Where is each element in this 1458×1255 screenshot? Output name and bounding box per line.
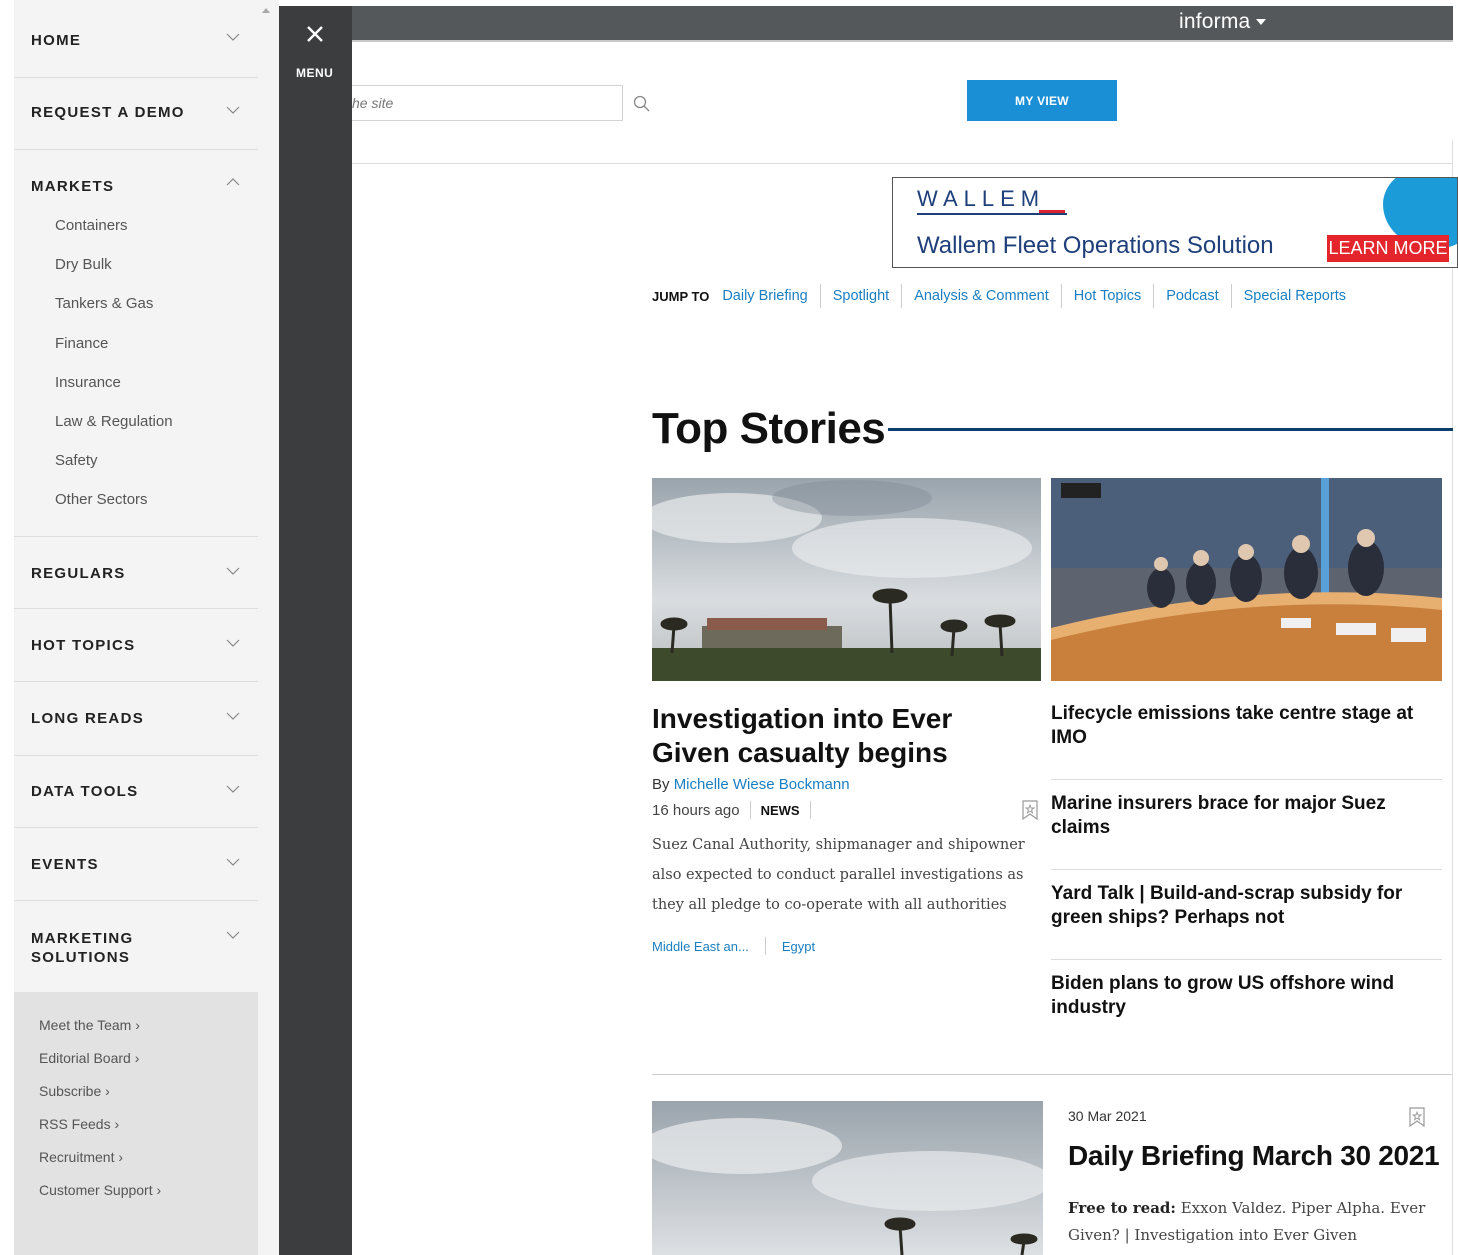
informa-label: informa bbox=[1179, 10, 1251, 33]
jump-link-hot-topics[interactable]: Hot Topics bbox=[1060, 284, 1153, 308]
jump-link-daily-briefing[interactable]: Daily Briefing bbox=[722, 284, 819, 308]
sidebar-item-label: REGULARS bbox=[31, 565, 126, 582]
main-story-headline[interactable]: Investigation into Ever Given casualty b… bbox=[652, 702, 1032, 770]
wallem-ad-banner[interactable]: WALLEM Wallem Fleet Operations Solution … bbox=[892, 177, 1458, 268]
main-story-tags: Middle East an... Egypt bbox=[652, 937, 815, 955]
briefing-title[interactable]: Daily Briefing March 30 2021 bbox=[1068, 1140, 1440, 1172]
jump-link-special-reports[interactable]: Special Reports bbox=[1230, 284, 1358, 308]
ad-brand-accent bbox=[1039, 210, 1065, 213]
chevron-down-icon[interactable] bbox=[226, 784, 240, 794]
chevron-down-icon[interactable] bbox=[226, 857, 240, 867]
header-divider bbox=[351, 163, 1453, 164]
jump-to-nav: JUMP TO Daily Briefing Spotlight Analysi… bbox=[652, 284, 1358, 308]
main-story-meta: 16 hours ago NEWS bbox=[652, 801, 821, 819]
tag-link[interactable]: Egypt bbox=[782, 939, 815, 954]
search-input[interactable]: he site bbox=[351, 85, 623, 121]
footer-link-recruitment[interactable]: Recruitment › bbox=[39, 1149, 123, 1165]
section-title-rule bbox=[888, 428, 1453, 431]
side-story-headline[interactable]: Lifecycle emissions take centre stage at… bbox=[1051, 690, 1442, 780]
jump-to-label: JUMP TO bbox=[652, 288, 710, 304]
footer-link-subscribe[interactable]: Subscribe › bbox=[39, 1083, 110, 1099]
submenu-item-insurance[interactable]: Insurance bbox=[55, 374, 121, 391]
search-icon[interactable] bbox=[633, 95, 651, 113]
chevron-down-icon[interactable] bbox=[226, 638, 240, 648]
submenu-item-safety[interactable]: Safety bbox=[55, 452, 98, 469]
scroll-up-arrow-icon[interactable] bbox=[262, 8, 270, 13]
meta-separator bbox=[809, 801, 811, 819]
chevron-down-icon[interactable] bbox=[226, 711, 240, 721]
informa-menu[interactable]: informa bbox=[1179, 10, 1267, 34]
briefing-summary: Free to read: Exxon Valdez. Piper Alpha.… bbox=[1068, 1195, 1428, 1249]
chevron-down-icon[interactable] bbox=[226, 566, 240, 576]
bookmark-icon[interactable] bbox=[1022, 800, 1038, 820]
close-icon[interactable] bbox=[303, 22, 327, 46]
meta-separator bbox=[749, 801, 751, 819]
ad-brand: WALLEM bbox=[917, 186, 1046, 211]
section-title: Top Stories bbox=[652, 404, 886, 453]
sidebar-item-label: REQUEST A DEMO bbox=[31, 104, 185, 121]
sidebar-item-label: EVENTS bbox=[31, 856, 99, 873]
submenu-item-dry-bulk[interactable]: Dry Bulk bbox=[55, 256, 112, 273]
jump-link-analysis-comment[interactable]: Analysis & Comment bbox=[901, 284, 1061, 308]
chevron-down-icon[interactable] bbox=[226, 105, 240, 115]
main-story-summary: Suez Canal Authority, shipmanager and sh… bbox=[652, 837, 1025, 913]
chevron-down-icon[interactable] bbox=[226, 32, 240, 42]
caret-down-icon bbox=[1256, 19, 1267, 26]
ad-title: Wallem Fleet Operations Solution bbox=[917, 232, 1274, 259]
submenu-item-containers[interactable]: Containers bbox=[55, 217, 128, 234]
submenu-item-law-regulation[interactable]: Law & Regulation bbox=[55, 413, 173, 430]
bookmark-icon[interactable] bbox=[1409, 1107, 1425, 1127]
submenu-item-finance[interactable]: Finance bbox=[55, 335, 108, 352]
chevron-down-icon[interactable] bbox=[226, 930, 240, 940]
section-divider bbox=[652, 1074, 1452, 1075]
menu-close-label[interactable]: MENU bbox=[296, 66, 333, 80]
jump-link-podcast[interactable]: Podcast bbox=[1153, 284, 1230, 308]
page: informa he site MY VIEW WALLEM Wallem Fl… bbox=[0, 0, 1458, 1255]
byline-prefix: By bbox=[652, 776, 674, 793]
footer-link-meet-the-team[interactable]: Meet the Team › bbox=[39, 1017, 140, 1033]
tag-link[interactable]: Middle East an... bbox=[652, 939, 749, 954]
main-story-image[interactable] bbox=[652, 478, 1041, 681]
sidebar-item-label: DATA TOOLS bbox=[31, 783, 139, 800]
ad-brand-underline bbox=[917, 213, 1067, 215]
side-story-headline[interactable]: Biden plans to grow US offshore wind ind… bbox=[1051, 960, 1442, 1050]
side-stories-list: Lifecycle emissions take centre stage at… bbox=[1051, 690, 1442, 1050]
tag-separator bbox=[764, 937, 766, 955]
daily-briefing-image[interactable] bbox=[652, 1101, 1043, 1255]
story-type-badge: NEWS bbox=[760, 802, 800, 818]
side-story-image[interactable] bbox=[1051, 478, 1442, 681]
right-border bbox=[1452, 140, 1453, 1255]
sidebar-item-label: HOT TOPICS bbox=[31, 637, 136, 654]
sidebar-item-label: MARKETS bbox=[31, 178, 115, 195]
sidebar-item-label: MARKETING SOLUTIONS bbox=[31, 930, 134, 966]
footer-link-rss-feeds[interactable]: RSS Feeds › bbox=[39, 1116, 119, 1132]
jump-link-spotlight[interactable]: Spotlight bbox=[819, 284, 901, 308]
footer-link-customer-support[interactable]: Customer Support › bbox=[39, 1182, 161, 1198]
menu-close-strip bbox=[279, 6, 352, 1255]
sidebar-item-markets[interactable] bbox=[14, 150, 258, 537]
my-view-button[interactable]: MY VIEW bbox=[967, 80, 1117, 121]
main-story-byline: By Michelle Wiese Bockmann bbox=[652, 776, 850, 793]
side-story-headline[interactable]: Marine insurers brace for major Suez cla… bbox=[1051, 780, 1442, 870]
footer-link-editorial-board[interactable]: Editorial Board › bbox=[39, 1050, 139, 1066]
story-time: 16 hours ago bbox=[652, 801, 740, 819]
ad-learn-more-button[interactable]: LEARN MORE bbox=[1327, 235, 1449, 262]
sidebar-item-label: LONG READS bbox=[31, 710, 145, 727]
author-link[interactable]: Michelle Wiese Bockmann bbox=[674, 776, 850, 793]
submenu-item-other-sectors[interactable]: Other Sectors bbox=[55, 491, 148, 508]
briefing-date: 30 Mar 2021 bbox=[1068, 1108, 1147, 1124]
top-bar bbox=[279, 6, 1453, 42]
submenu-item-tankers-gas[interactable]: Tankers & Gas bbox=[55, 295, 153, 312]
chevron-up-icon[interactable] bbox=[226, 177, 240, 187]
sidebar-item-label: HOME bbox=[31, 32, 82, 49]
side-story-headline[interactable]: Yard Talk | Build-and-scrap subsidy for … bbox=[1051, 870, 1442, 960]
free-to-read-label: Free to read: bbox=[1068, 1199, 1176, 1217]
